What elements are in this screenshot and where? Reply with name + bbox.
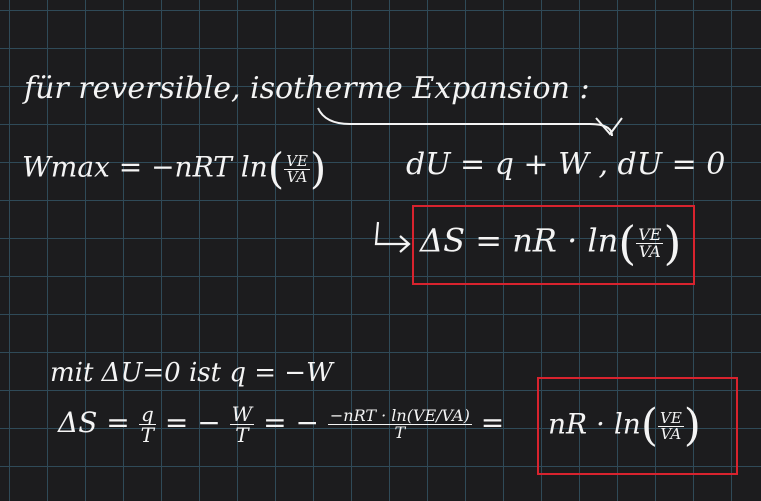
wmax-equation: Wmax = −nRT ln(VE VA): [22, 144, 327, 193]
heading-line: für reversible, isotherme Expansion :: [24, 71, 590, 106]
handwritten-notes-canvas: für reversible, isotherme Expansion : Wm…: [0, 0, 761, 501]
entropy-derivation: ΔS = qT = − WT = − −nRT · ln(VE/VA) T =: [58, 402, 505, 447]
du-equation: dU = q + W , dU = 0: [406, 147, 726, 182]
condition-line: mit ΔU=0 ist q = −W: [50, 358, 333, 388]
final-result: nR · ln(VE VA): [548, 400, 701, 451]
entropy-equation: ΔS = nR · ln(VE VA): [420, 216, 682, 270]
